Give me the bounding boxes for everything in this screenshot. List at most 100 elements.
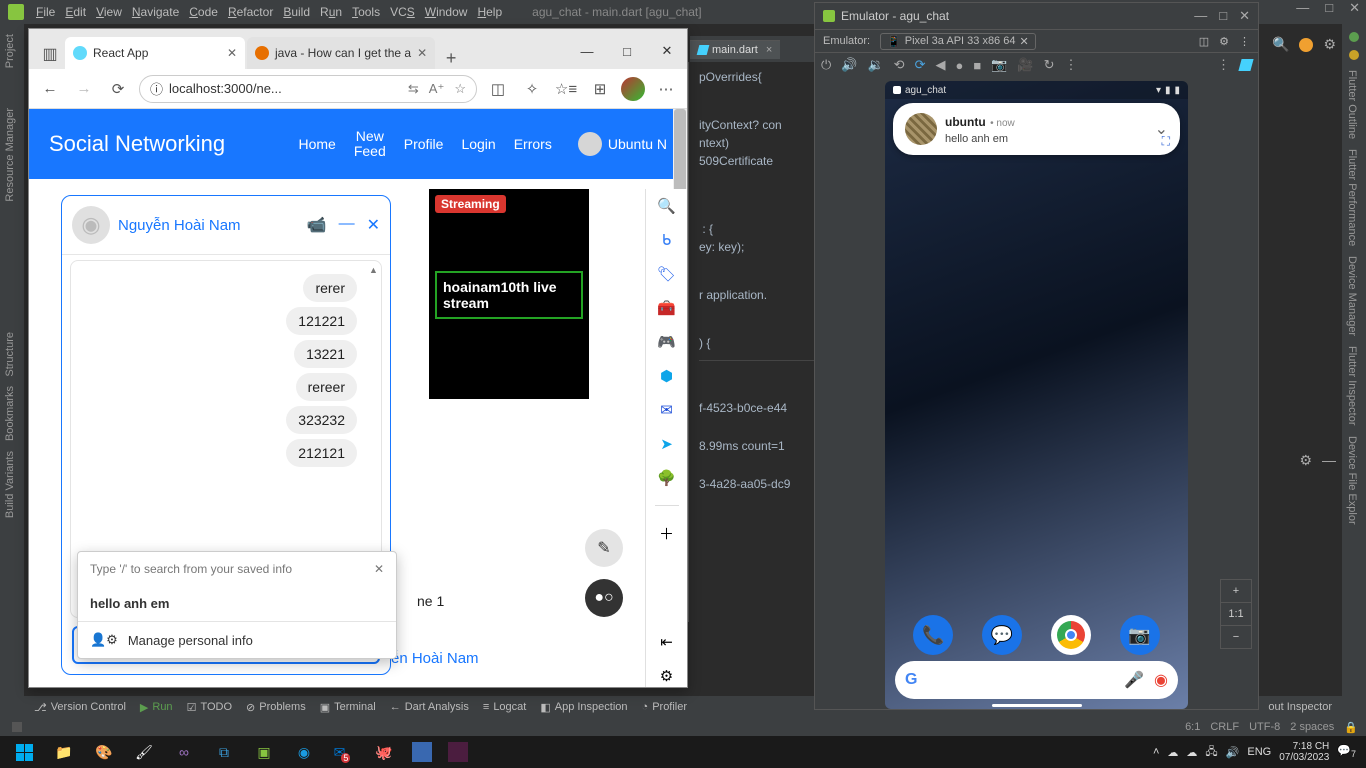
tab-close-icon[interactable]: ✕ bbox=[227, 46, 237, 60]
close-chat-icon[interactable]: ✕ bbox=[367, 215, 380, 235]
toggle-fab[interactable]: ●○ bbox=[585, 579, 623, 617]
vol-down-icon[interactable]: 🔉 bbox=[867, 57, 883, 73]
tool-project[interactable]: Project bbox=[4, 34, 16, 68]
emu-close-icon[interactable]: ✕ bbox=[1239, 8, 1250, 24]
tray-clock[interactable]: 7:18 CH 07/03/2023 bbox=[1279, 741, 1329, 763]
tray-volume-icon[interactable]: 🔊 bbox=[1226, 746, 1240, 759]
minimize-chat-icon[interactable]: — bbox=[339, 215, 355, 235]
camera-app-icon[interactable]: 📷 bbox=[1120, 615, 1160, 655]
messages-app-icon[interactable]: 💬 bbox=[982, 615, 1022, 655]
tool-flutter-outline[interactable]: Flutter Outline bbox=[1346, 70, 1358, 139]
new-tab-button[interactable]: + bbox=[437, 48, 465, 69]
gear-icon[interactable]: ⚙ bbox=[1299, 452, 1312, 469]
explorer-icon[interactable]: 📁 bbox=[52, 740, 76, 764]
autofill-close-icon[interactable]: ✕ bbox=[374, 562, 384, 576]
nav-profile[interactable]: Profile bbox=[404, 136, 444, 152]
edge-icon[interactable]: ◉ bbox=[292, 740, 316, 764]
favorite-icon[interactable]: ☆ bbox=[454, 81, 466, 97]
status-indent[interactable]: 2 spaces bbox=[1290, 721, 1334, 733]
code-editor[interactable]: pOverrides{ ityContext? con ntext) 509Ce… bbox=[688, 62, 818, 622]
visual-studio-icon[interactable]: ∞ bbox=[172, 740, 196, 764]
emu-minimize-icon[interactable]: — bbox=[1194, 8, 1207, 24]
palette-icon[interactable]: 🖌 bbox=[132, 740, 156, 764]
tool-logcat[interactable]: ≡ Logcat bbox=[483, 701, 526, 713]
phone-app-icon[interactable]: 📞 bbox=[913, 615, 953, 655]
emu-settings-icon[interactable]: ⚙ bbox=[1219, 35, 1229, 48]
video-call-icon[interactable]: 📹 bbox=[307, 215, 327, 235]
sync-icon[interactable]: ⇆ bbox=[408, 81, 419, 97]
menu-refactor[interactable]: Refactor bbox=[228, 5, 273, 19]
tool-device-manager[interactable]: Device Manager bbox=[1346, 256, 1358, 336]
tool-dart-analysis[interactable]: ← Dart Analysis bbox=[390, 701, 469, 713]
ide-close-icon[interactable]: ✕ bbox=[1349, 0, 1360, 16]
ide-maximize-icon[interactable]: □ bbox=[1325, 0, 1333, 16]
split-screen-icon[interactable]: ◫ bbox=[485, 76, 511, 102]
menu-run[interactable]: Run bbox=[320, 5, 342, 19]
tool-problems[interactable]: ⊘ Problems bbox=[246, 701, 306, 714]
tool-terminal[interactable]: ▣ Terminal bbox=[320, 701, 376, 714]
nav-user[interactable]: Ubuntu N bbox=[578, 132, 667, 156]
address-bar[interactable]: ⓘ localhost:3000/ne... ⇆ A⁺ ☆ bbox=[139, 75, 477, 103]
vscode-icon[interactable]: ⧉ bbox=[212, 740, 236, 764]
zoom-in-button[interactable]: + bbox=[1221, 580, 1251, 603]
tab-actions-icon[interactable]: ▥ bbox=[35, 39, 65, 69]
nav-handle[interactable] bbox=[992, 704, 1082, 707]
tool-structure[interactable]: Structure bbox=[4, 332, 16, 377]
flutter-icon[interactable] bbox=[1238, 59, 1253, 71]
tray-lang[interactable]: ENG bbox=[1247, 746, 1271, 758]
stream-card[interactable]: Streaming hoainam10th live stream bbox=[429, 189, 589, 399]
browser-minimize-icon[interactable]: — bbox=[567, 33, 607, 69]
menu-tools[interactable]: Tools bbox=[352, 5, 380, 19]
extensions-icon[interactable]: ✧ bbox=[519, 76, 545, 102]
nav-errors[interactable]: Errors bbox=[514, 136, 552, 152]
collections-icon[interactable]: ⊞ bbox=[587, 76, 613, 102]
tool-resource-manager[interactable]: Resource Manager bbox=[4, 108, 16, 202]
screenshot-icon[interactable]: 📷 bbox=[991, 57, 1007, 73]
zoom-out-button[interactable]: − bbox=[1221, 626, 1251, 648]
favorites-bar-icon[interactable]: ☆≡ bbox=[553, 76, 579, 102]
tool-device-file-explorer[interactable]: Device File Explor bbox=[1346, 436, 1358, 525]
rotate-right-icon[interactable]: ⟳ bbox=[915, 57, 926, 73]
power-icon[interactable]: ⏻ bbox=[821, 57, 831, 73]
menu-code[interactable]: Code bbox=[189, 5, 218, 19]
lens-icon[interactable]: ◉ bbox=[1154, 670, 1168, 690]
minimize-panel-icon[interactable]: — bbox=[1322, 452, 1336, 469]
tool-flutter-performance[interactable]: Flutter Performance bbox=[1346, 149, 1358, 246]
menu-vcs[interactable]: VCS bbox=[390, 5, 415, 19]
screen-record-icon[interactable]: 🎥 bbox=[1017, 57, 1033, 73]
zoom-fit-button[interactable]: 1:1 bbox=[1221, 603, 1251, 626]
menu-window[interactable]: Window bbox=[425, 5, 468, 19]
menu-file[interactable]: File bbox=[36, 5, 55, 19]
tool-version-control[interactable]: ⎇ Version Control bbox=[34, 701, 126, 714]
paint-icon[interactable]: 🎨 bbox=[92, 740, 116, 764]
expand-icon[interactable]: ⛶ bbox=[1162, 134, 1170, 149]
android-screen[interactable]: agu_chat ▾▮▮ ubuntu • now hello anh em ⌄… bbox=[885, 81, 1188, 709]
reader-icon[interactable]: A⁺ bbox=[429, 81, 445, 97]
back-icon[interactable]: ← bbox=[37, 76, 63, 102]
tool-app-inspection[interactable]: ◧ App Inspection bbox=[540, 701, 627, 714]
user-avatar-icon[interactable] bbox=[1299, 38, 1313, 52]
reload-icon[interactable]: ↻ bbox=[1044, 57, 1055, 73]
status-encoding[interactable]: UTF-8 bbox=[1249, 721, 1280, 733]
record-dot-icon[interactable]: ● bbox=[955, 58, 963, 73]
nav-home[interactable]: Home bbox=[298, 136, 335, 152]
scroll-up-icon[interactable]: ▲ bbox=[369, 265, 378, 275]
nav-login[interactable]: Login bbox=[461, 136, 495, 152]
ide-minimize-icon[interactable]: — bbox=[1296, 0, 1309, 16]
tab-close-icon[interactable]: ✕ bbox=[417, 46, 427, 60]
emu-menu-icon[interactable]: ⋮ bbox=[1217, 57, 1230, 73]
tool-todo[interactable]: ☑ TODO bbox=[187, 701, 232, 714]
status-lock-icon[interactable]: 🔒 bbox=[1344, 721, 1358, 734]
android-studio-icon[interactable]: ▣ bbox=[252, 740, 276, 764]
browser-tab-react-app[interactable]: React App ✕ bbox=[65, 37, 245, 69]
menu-view[interactable]: View bbox=[96, 5, 122, 19]
rotate-left-icon[interactable]: ⟲ bbox=[894, 57, 905, 73]
user-link[interactable]: ễn Hoài Nam bbox=[391, 650, 479, 667]
tool-flutter-inspector[interactable]: Flutter Inspector bbox=[1346, 346, 1358, 425]
app-icon[interactable] bbox=[412, 742, 432, 762]
browser-close-icon[interactable]: ✕ bbox=[647, 33, 687, 69]
profile-avatar-icon[interactable] bbox=[621, 77, 645, 101]
google-search-bar[interactable]: G 🎤 ◉ bbox=[895, 661, 1178, 699]
device-selector[interactable]: 📱 Pixel 3a API 33 x86 64 ✕ bbox=[880, 33, 1036, 50]
menu-navigate[interactable]: Navigate bbox=[132, 5, 179, 19]
